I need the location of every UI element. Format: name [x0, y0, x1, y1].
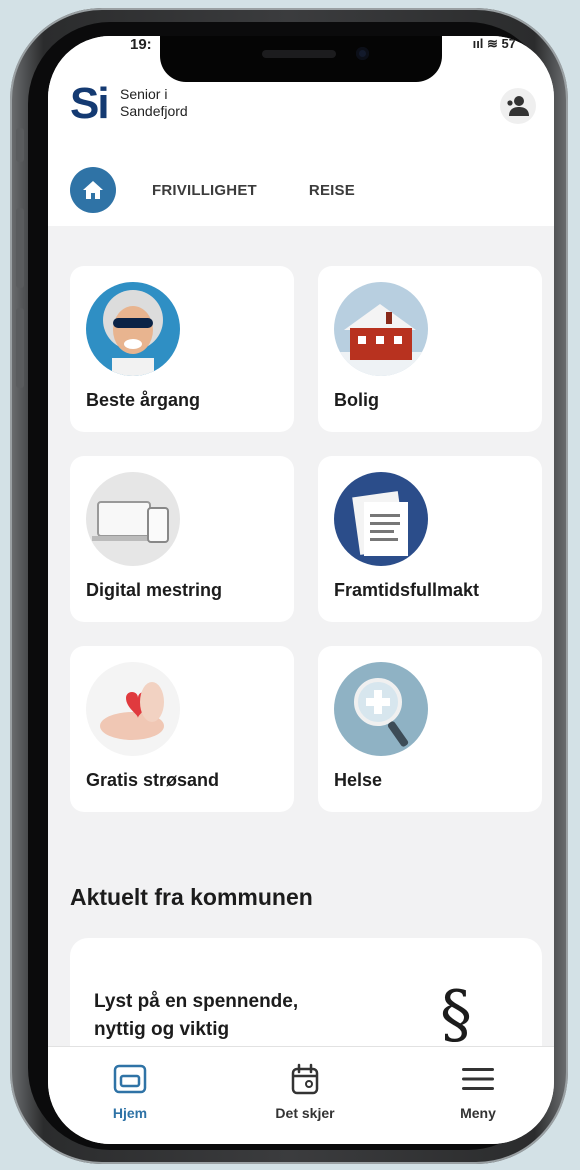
front-camera	[356, 47, 369, 60]
card-gratis-strosand[interactable]: Gratis strøsand	[70, 646, 294, 812]
hamburger-menu-icon	[462, 1068, 494, 1090]
card-helse[interactable]: Helse	[318, 646, 542, 812]
card-digital-mestring[interactable]: Digital mestring	[70, 456, 294, 622]
news-line-2: nyttig og viktig	[94, 1019, 230, 1040]
brand-logo[interactable]: Si Senior i Sandefjord	[70, 82, 188, 126]
magnifier-cross-photo	[334, 662, 428, 756]
nav-label: Meny	[460, 1105, 496, 1121]
bottom-navigation: Hjem Det skjer Meny	[48, 1046, 554, 1144]
card-bolig[interactable]: Bolig	[318, 266, 542, 432]
logo-text: Senior i Sandefjord	[120, 86, 188, 120]
nav-hjem[interactable]: Hjem	[70, 1061, 190, 1121]
card-beste-argang[interactable]: Beste årgang	[70, 266, 294, 432]
documents-photo	[334, 472, 428, 566]
home-card-icon	[113, 1064, 147, 1094]
app-screen: 19: ııl ≋ 57 Si Senior i Sandefjord FRIV…	[48, 36, 554, 1144]
volume-down-button	[16, 308, 24, 388]
logo-letters: Si	[70, 79, 110, 128]
card-label: Beste årgang	[86, 390, 201, 410]
nav-label: Hjem	[112, 1105, 148, 1121]
news-headline: Lyst på en spennende, nyttig og viktig	[94, 988, 354, 1044]
tab-frivillighet[interactable]: FRIVILLIGHET	[152, 182, 257, 199]
card-label: Helse	[334, 770, 383, 790]
card-label: Framtidsfullmakt	[334, 580, 480, 600]
logo-line-2: Sandefjord	[120, 103, 188, 119]
category-tabs: FRIVILLIGHET REISE	[70, 166, 355, 214]
status-time: 19:	[130, 36, 152, 53]
card-label: Gratis strøsand	[86, 770, 220, 790]
speaker-grille	[262, 50, 336, 58]
notch	[160, 36, 442, 82]
tab-reise[interactable]: REISE	[309, 182, 355, 199]
card-label: Digital mestring	[86, 580, 223, 600]
nav-meny[interactable]: Meny	[418, 1061, 538, 1121]
nav-det-skjer[interactable]: Det skjer	[245, 1061, 365, 1121]
mute-switch	[16, 128, 24, 162]
user-profile-icon	[507, 96, 529, 116]
calendar-icon	[291, 1063, 319, 1095]
logo-line-1: Senior i	[120, 86, 168, 102]
news-line-1: Lyst på en spennende,	[94, 991, 299, 1012]
profile-button[interactable]	[500, 88, 536, 124]
senior-woman-photo	[86, 282, 180, 376]
tab-home[interactable]	[70, 167, 116, 213]
status-indicators: ııl ≋ 57	[472, 36, 516, 51]
heart-in-hands-photo	[86, 662, 180, 756]
section-title: Aktuelt fra kommunen	[70, 884, 313, 910]
nav-label: Det skjer	[275, 1105, 335, 1121]
devices-photo	[86, 472, 180, 566]
card-framtidsfullmakt[interactable]: Framtidsfullmakt	[318, 456, 542, 622]
red-house-photo	[334, 282, 428, 376]
card-label: Bolig	[334, 390, 379, 410]
news-paragraph-symbol: §	[440, 978, 472, 1052]
volume-up-button	[16, 208, 24, 288]
home-icon	[83, 181, 103, 199]
